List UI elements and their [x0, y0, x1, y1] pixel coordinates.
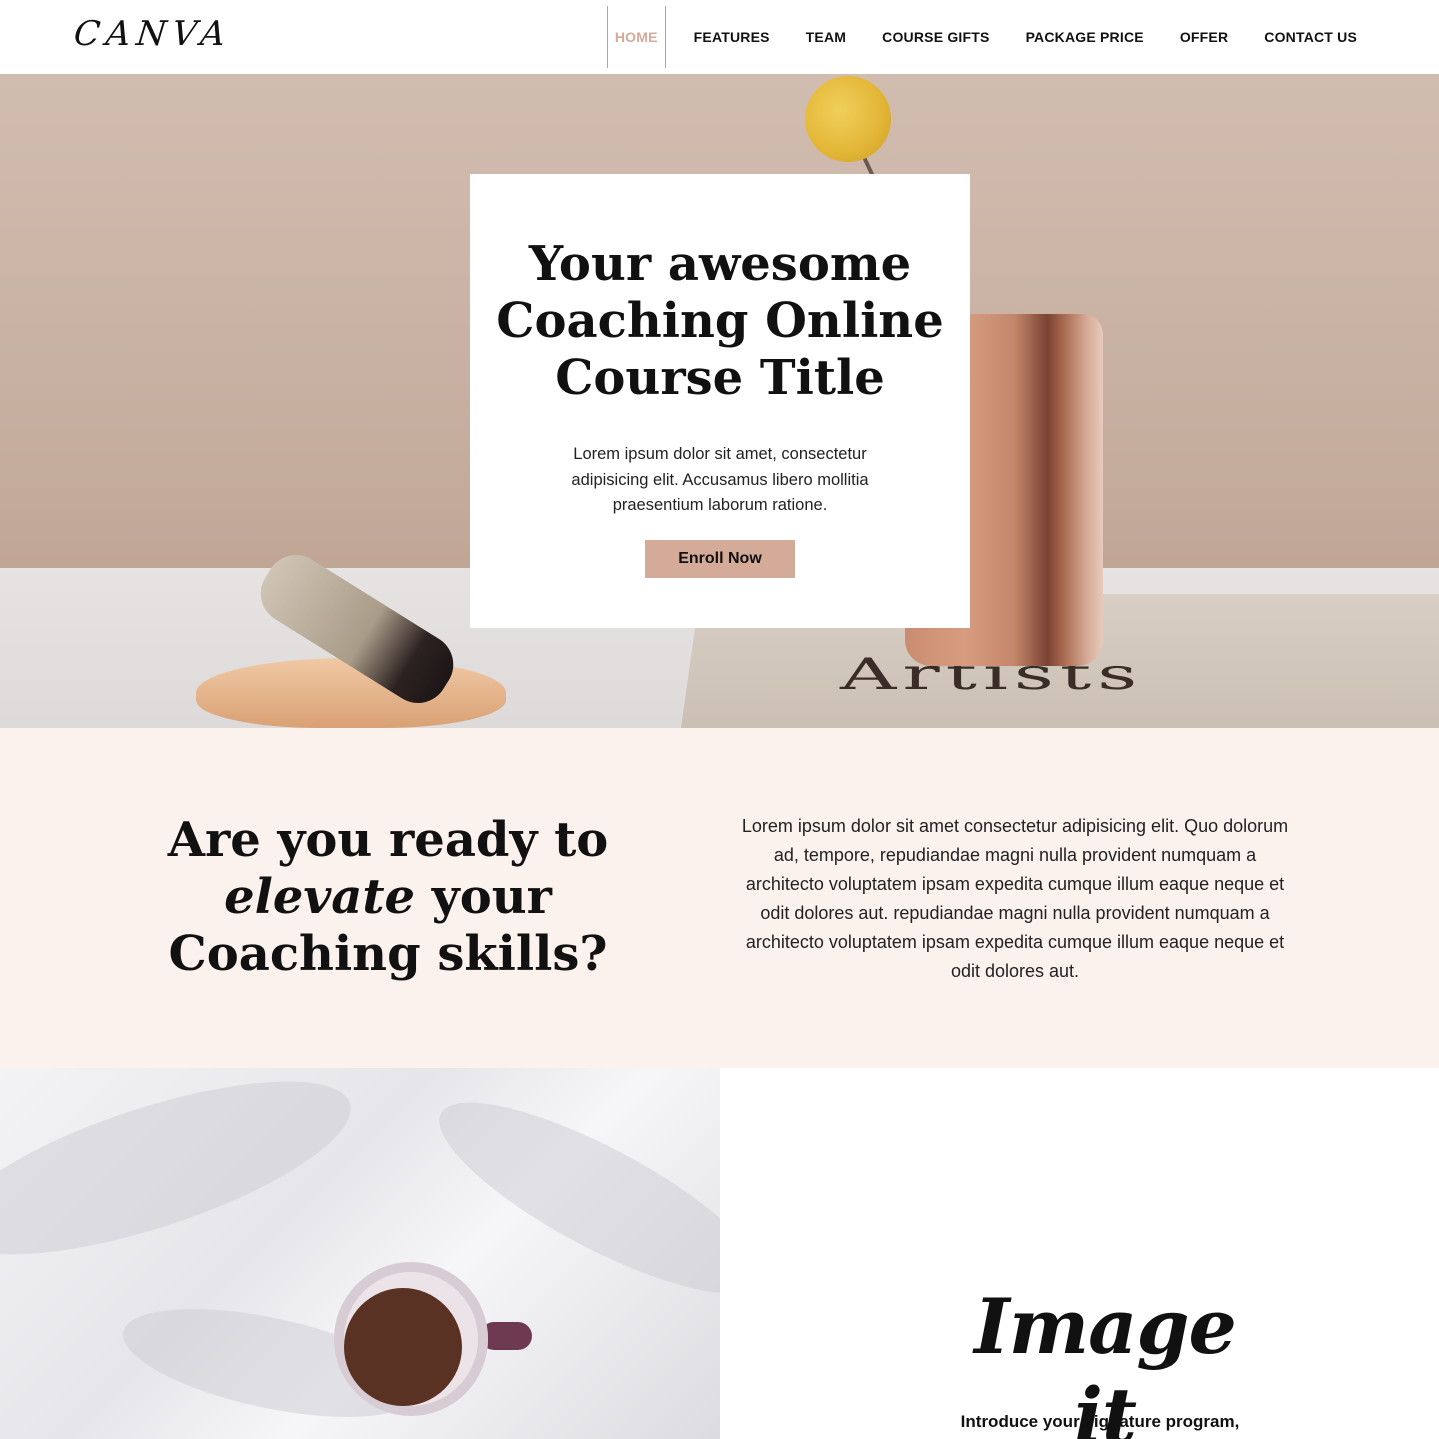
coffee-liquid [344, 1288, 462, 1406]
yellow-flower-image [805, 76, 891, 162]
hero-description: Lorem ipsum dolor sit amet, consectetur … [571, 445, 869, 514]
nav-item-package-price[interactable]: PACKAGE PRICE [1008, 0, 1162, 74]
nav-item-features[interactable]: FEATURES [676, 0, 788, 74]
coffee-bed-image [0, 1068, 720, 1439]
main-nav: HOME FEATURES TEAM COURSE GIFTS PACKAGE … [606, 0, 1375, 74]
enroll-now-button[interactable]: Enroll Now [645, 540, 795, 578]
nav-item-offer[interactable]: OFFER [1162, 0, 1246, 74]
nav-item-home[interactable]: HOME [606, 0, 666, 74]
site-header: CANVA HOME FEATURES TEAM COURSE GIFTS PA… [0, 0, 1439, 74]
nav-item-contact-us[interactable]: CONTACT US [1246, 0, 1375, 74]
elevate-section: Are you ready to elevate your Coaching s… [0, 728, 1439, 1068]
hero-title: Your awesome Coaching Online Course Titl… [496, 236, 944, 406]
intro-text: Introduce your signature program, [960, 1412, 1240, 1431]
nav-item-team[interactable]: TEAM [788, 0, 864, 74]
elevate-description: Lorem ipsum dolor sit amet consectetur a… [741, 816, 1289, 981]
stone-bowl-image [196, 658, 506, 728]
elevate-heading: Are you ready to elevate your Coaching s… [130, 812, 646, 983]
hero-card: Your awesome Coaching Online Course Titl… [470, 174, 970, 628]
logo[interactable]: CANVA [72, 14, 233, 54]
hero-section: Artists Your awesome Coaching Online Cou… [0, 74, 1439, 728]
heading-part-1: Are you ready to [167, 812, 609, 868]
nav-item-course-gifts[interactable]: COURSE GIFTS [864, 0, 1007, 74]
heading-emphasis: elevate [224, 869, 416, 925]
sheet-fold [0, 1068, 369, 1290]
